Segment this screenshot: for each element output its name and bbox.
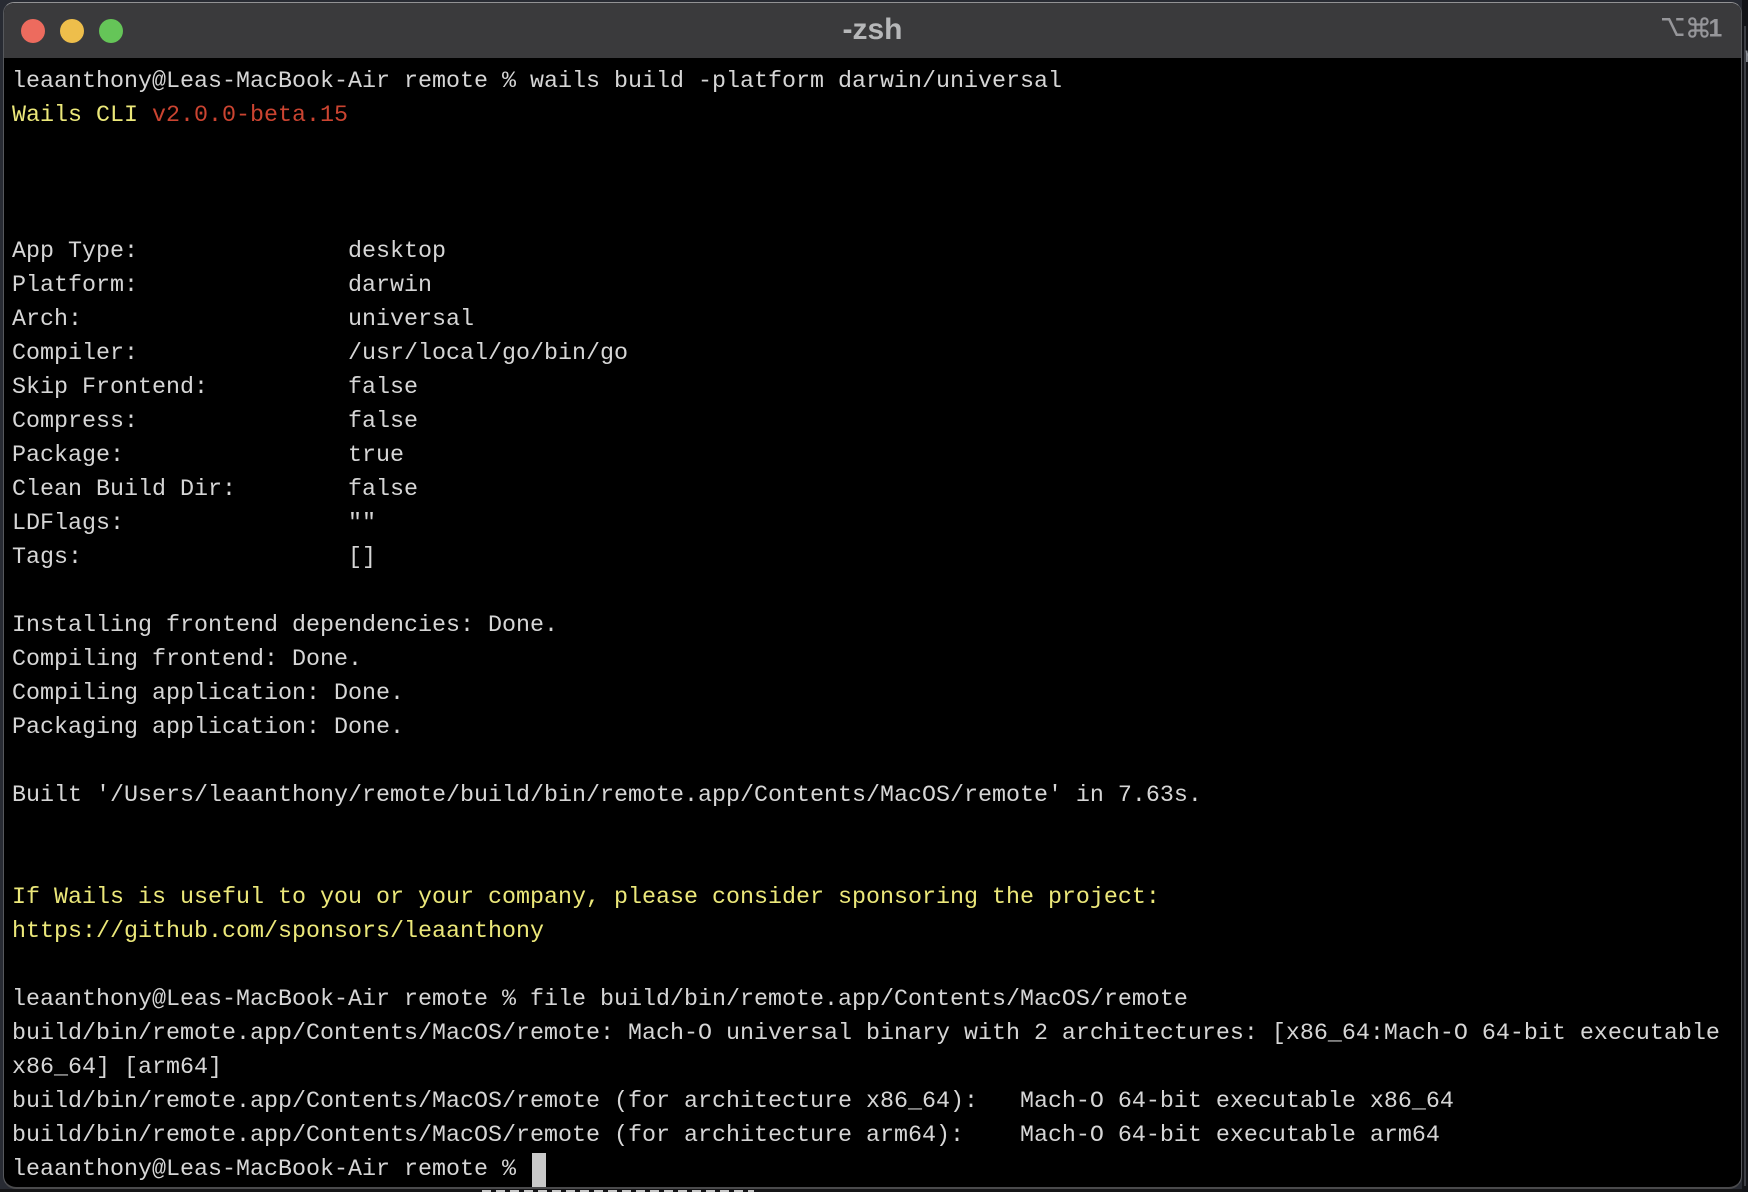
svg-text:1: 1 [1709,15,1723,39]
